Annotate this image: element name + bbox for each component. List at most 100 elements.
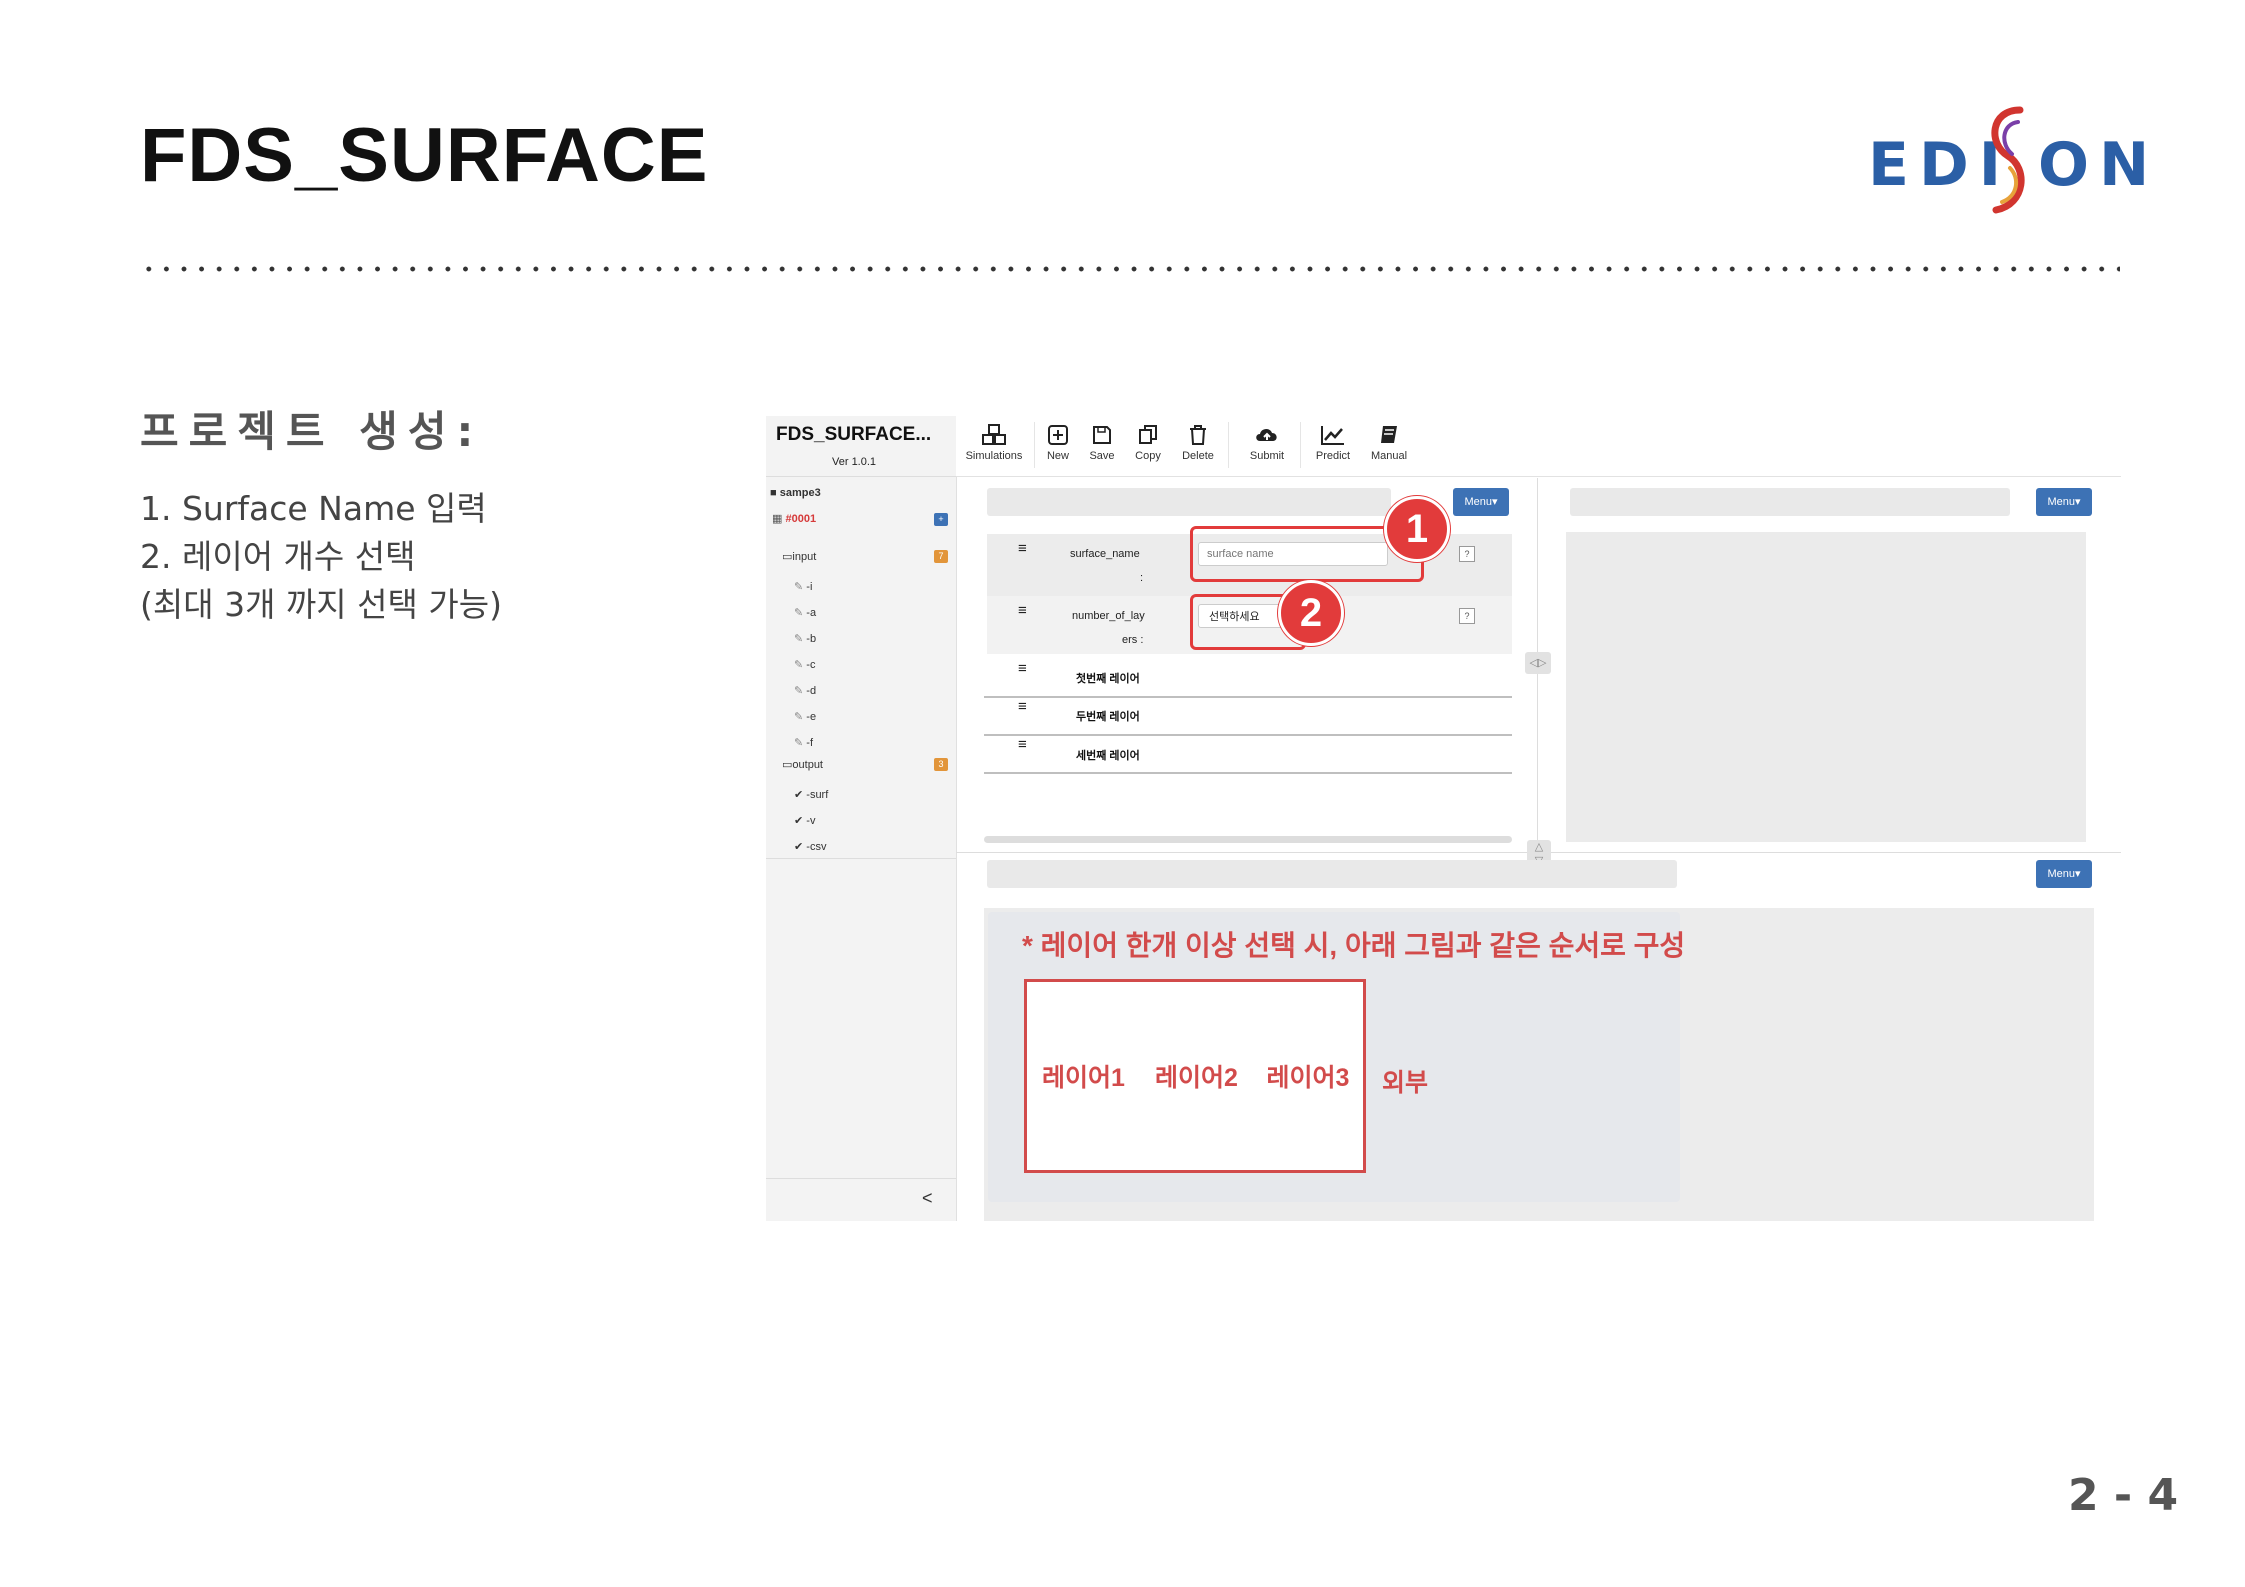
copy-label: Copy (1135, 450, 1161, 462)
layer-info-panel: * 레이어 한개 이상 선택 시, 아래 그림과 같은 순서로 구성 레이어1 … (988, 912, 1685, 1202)
input-item[interactable]: ✎ -a (794, 606, 816, 619)
edit-icon: ✎ (794, 633, 804, 645)
copy-button[interactable]: Copy (1128, 424, 1168, 462)
output-label: output (792, 759, 823, 771)
layer-1-cell: 레이어1 (1027, 982, 1143, 1170)
horizontal-scrollbar[interactable] (984, 836, 1512, 843)
step-3-note: (최대 3개 까지 선택 가능) (140, 585, 502, 624)
output-item[interactable]: ✔ -v (794, 814, 815, 827)
toolbar-divider (1228, 422, 1229, 468)
simulations-label: Simulations (965, 450, 1023, 462)
input-item[interactable]: ✎ -i (794, 580, 812, 593)
sidebar-item-project[interactable]: ■ sampe3 (770, 487, 821, 499)
simulations-button[interactable]: Simulations (964, 424, 1024, 462)
book-icon (1381, 426, 1397, 443)
predict-button[interactable]: Predict (1308, 424, 1358, 462)
input-item-label: -a (806, 607, 817, 619)
row-divider (984, 734, 1512, 736)
check-icon: ✔ (794, 841, 804, 853)
input-item-label: -i (806, 581, 813, 593)
input-count-badge: 7 (934, 550, 948, 563)
surface-name-colon: : (1140, 572, 1144, 584)
drag-handle-icon[interactable]: ≡ (1018, 660, 1027, 677)
project-name: sampe3 (779, 487, 821, 499)
submit-label: Submit (1249, 450, 1285, 462)
menu-button-bottom[interactable]: Menu▾ (2036, 860, 2092, 888)
add-icon[interactable]: + (934, 513, 948, 526)
input-item-label: -e (806, 711, 817, 723)
collapse-sidebar-button[interactable]: < (922, 1188, 933, 1209)
new-label: New (1046, 450, 1069, 462)
input-item-label: -f (806, 737, 814, 749)
section-heading: 프로젝트 생성: (140, 407, 484, 456)
app-version: Ver 1.0.1 (832, 456, 877, 468)
slide-title: FDS_SURFACE (140, 113, 709, 198)
input-item-label: -b (806, 633, 817, 645)
layer-1-title: 첫번째 레이어 (1076, 673, 1140, 685)
layer-3-cell: 레이어3 (1253, 982, 1363, 1170)
row-divider (984, 772, 1512, 774)
trash-icon (1190, 425, 1206, 445)
input-label: input (792, 551, 817, 563)
manual-button[interactable]: Manual (1364, 424, 1414, 462)
output-count-badge: 3 (934, 758, 948, 771)
input-item[interactable]: ✎ -b (794, 632, 816, 645)
layer-order-note: * 레이어 한개 이상 선택 시, 아래 그림과 같은 순서로 구성 (1022, 930, 1686, 961)
simulation-id: #0001 (785, 513, 817, 525)
edit-icon: ✎ (794, 685, 804, 697)
page-number: 2 - 4 (2068, 1470, 2179, 1521)
menu-button-form[interactable]: Menu▾ (1453, 488, 1509, 516)
app-screenshot: FDS_SURFACE... Ver 1.0.1 ■ sampe3 ▦ #000… (766, 416, 2121, 1221)
form-title-bar (987, 488, 1391, 516)
callout-badge-2: 2 (1278, 580, 1344, 646)
sidebar-item-simulation[interactable]: ▦ #0001 (772, 512, 816, 525)
layer-diagram: 레이어1 레이어2 레이어3 (1024, 979, 1366, 1173)
save-button[interactable]: Save (1082, 424, 1122, 462)
edison-logo: EDI ON (1868, 104, 2149, 224)
check-icon: ✔ (794, 789, 804, 801)
copy-icon (1139, 425, 1157, 444)
plus-square-icon (1048, 425, 1068, 445)
drag-handle-icon[interactable]: ≡ (1018, 698, 1027, 715)
logo-text-right: ON (2038, 130, 2160, 200)
manual-label: Manual (1370, 450, 1408, 462)
layers-label: number_of_lay (1072, 610, 1145, 622)
laptop-icon: ▭ (782, 759, 793, 771)
sidebar-item-input[interactable]: ▭input (782, 550, 816, 563)
menu-button-right[interactable]: Menu▾ (2036, 488, 2092, 516)
help-icon[interactable]: ? (1459, 546, 1475, 562)
split-handle-icon[interactable]: ◁▷ (1525, 652, 1551, 674)
input-item[interactable]: ✎ -d (794, 684, 816, 697)
floppy-icon (1093, 426, 1111, 444)
edit-icon: ✎ (794, 711, 804, 723)
cloud-upload-icon (1256, 428, 1277, 441)
input-item[interactable]: ✎ -f (794, 736, 813, 749)
new-button[interactable]: New (1038, 424, 1078, 462)
line-chart-icon (1321, 426, 1344, 445)
predict-label: Predict (1315, 450, 1351, 462)
help-icon[interactable]: ? (1459, 608, 1475, 624)
edit-icon: ✎ (794, 737, 804, 749)
step-2: 2. 레이어 개수 선택 (140, 537, 416, 576)
output-item[interactable]: ✔ -csv (794, 840, 826, 853)
input-item[interactable]: ✎ -e (794, 710, 816, 723)
input-item[interactable]: ✎ -c (794, 658, 815, 671)
drag-handle-icon[interactable]: ≡ (1018, 736, 1027, 753)
right-pane-title-bar (1570, 488, 2010, 516)
sidebar: FDS_SURFACE... Ver 1.0.1 ■ sampe3 ▦ #000… (766, 416, 957, 1221)
drag-handle-icon[interactable]: ≡ (1018, 602, 1027, 619)
logo-s-mark (1991, 106, 2025, 214)
delete-button[interactable]: Delete (1176, 424, 1220, 462)
drag-handle-icon[interactable]: ≡ (1018, 540, 1027, 557)
output-item-label: -v (806, 815, 816, 827)
submit-button[interactable]: Submit (1242, 424, 1292, 462)
output-item[interactable]: ✔ -surf (794, 788, 828, 801)
check-icon: ✔ (794, 815, 804, 827)
outside-label: 외부 (1382, 1069, 1429, 1097)
layers-label-cont: ers : (1122, 634, 1144, 646)
layer-3-title: 세번째 레이어 (1076, 750, 1140, 762)
delete-label: Delete (1182, 450, 1214, 462)
input-item-label: -d (806, 685, 817, 697)
sidebar-item-output[interactable]: ▭output (782, 758, 823, 771)
edit-icon: ✎ (794, 659, 804, 671)
